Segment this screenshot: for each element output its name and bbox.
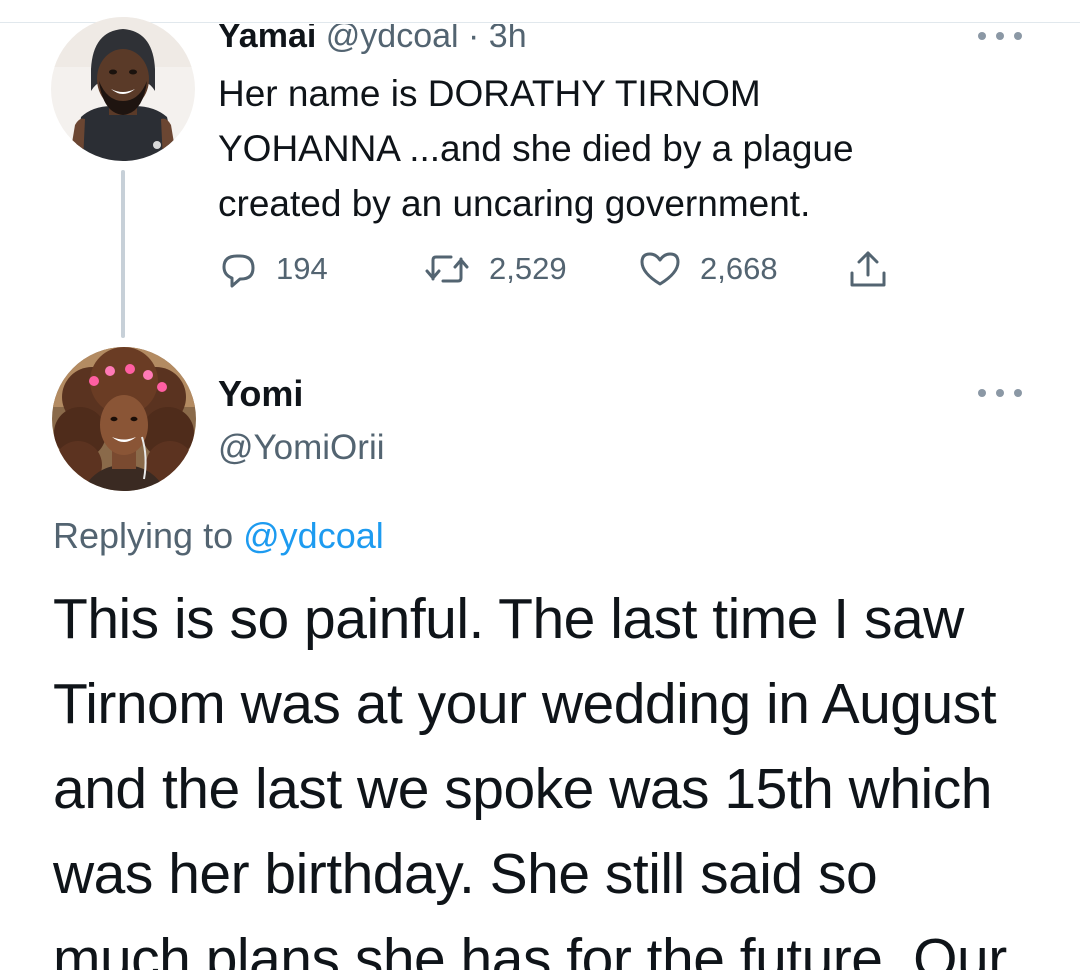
parent-text-line: YOHANNA ...and she died by a plague [218,128,854,169]
parent-tweet-text: Her name is DORATHY TIRNOM YOHANNA ...an… [218,66,958,231]
top-divider [0,22,1080,23]
avatar-photo-woman [52,347,196,491]
ellipsis-icon [1014,32,1022,40]
avatar[interactable] [52,347,196,491]
ellipsis-icon [996,389,1004,397]
parent-text-line: created by an uncaring government. [218,183,811,224]
tweet-thread-screen: Yamai @ydcoal · 3h Her name is DORATHY T… [0,0,1080,970]
reply-more-button[interactable] [978,381,1022,405]
thread-connector-line [121,170,125,338]
reply-author-name[interactable]: Yomi [218,370,303,418]
parent-tweet-header: Yamai @ydcoal · 3h [218,24,527,58]
heart-icon [640,252,680,286]
parent-more-button[interactable] [978,24,1022,48]
retweet-count: 2,529 [489,251,567,286]
ellipsis-icon [1014,389,1022,397]
parent-tweet-actions: 194 2,529 2,668 [218,247,898,291]
avatar[interactable] [51,17,195,161]
like-button[interactable]: 2,668 [638,247,778,291]
replying-to-mention-link[interactable]: @ydcoal [243,515,384,556]
share-icon [850,251,886,287]
share-button[interactable] [846,247,908,291]
speech-bubble-icon [222,254,255,288]
reply-tweet-text: This is so painful. The last time I saw … [53,577,1053,970]
ellipsis-icon [978,389,986,397]
replying-to-line: Replying to @ydcoal [53,512,384,560]
retweet-icon [425,255,469,283]
avatar-photo-man [51,17,195,161]
retweet-button[interactable]: 2,529 [423,247,567,291]
reply-text-line: was her birthday. She still said so [53,842,878,906]
reply-text-line: Tirnom was at your wedding in August [53,672,997,736]
ellipsis-icon [978,32,986,40]
reply-text-line: much plans she has for the future. Our [53,927,1007,970]
reply-text-line: and the last we spoke was 15th which [53,757,992,821]
reply-count: 194 [276,251,328,286]
ellipsis-icon [996,32,1004,40]
replying-to-label: Replying to [53,515,234,556]
reply-author-handle[interactable]: @YomiOrii [218,425,385,471]
reply-text-line: This is so painful. The last time I saw [53,587,964,651]
reply-button[interactable]: 194 [218,247,328,291]
like-count: 2,668 [700,251,778,286]
parent-text-line: Her name is DORATHY TIRNOM [218,73,761,114]
